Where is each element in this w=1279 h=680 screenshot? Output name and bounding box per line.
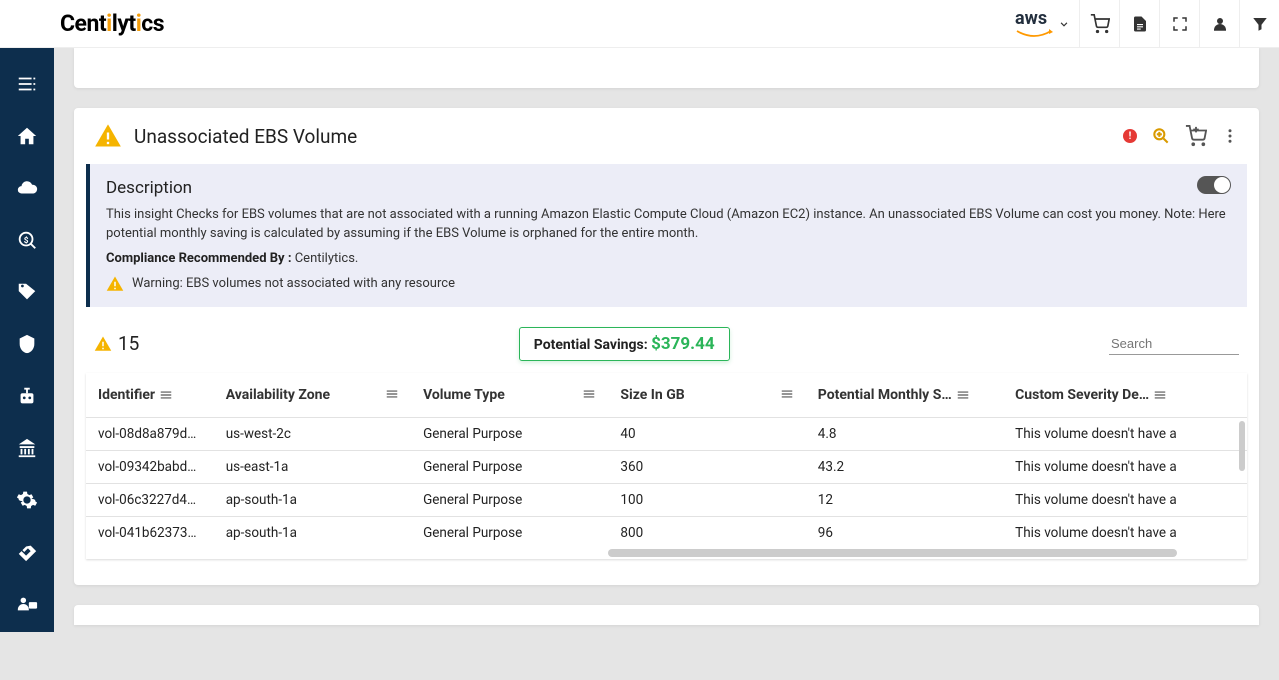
col-menu-icon[interactable] [385, 387, 399, 401]
main-content: Unassociated EBS Volume ! Description Th… [54, 48, 1279, 632]
col-pms[interactable]: Potential Monthly S… [818, 387, 952, 403]
warning-icon [94, 335, 112, 353]
cell: 100 [608, 483, 805, 516]
col-identifier[interactable]: Identifier [98, 387, 155, 403]
col-size[interactable]: Size In GB [620, 387, 684, 403]
cart-button[interactable] [1079, 0, 1119, 48]
cell: 4.8 [806, 417, 1003, 450]
col-menu-icon[interactable] [582, 387, 596, 401]
logo-text-1: Cent [60, 10, 106, 37]
col-voltype[interactable]: Volume Type [423, 387, 505, 403]
cell: ap-south-1a [214, 516, 411, 549]
logo[interactable]: Centilytics [0, 10, 164, 37]
logo-text-3: cs [141, 10, 164, 37]
cell: 43.2 [806, 450, 1003, 483]
warning-icon [94, 122, 122, 150]
svg-text:$: $ [24, 235, 29, 246]
cell: us-east-1a [214, 450, 411, 483]
header: Centilytics aws [0, 0, 1279, 48]
filter-button[interactable] [1239, 0, 1279, 48]
card-title: Unassociated EBS Volume [134, 125, 357, 148]
cell: us-west-2c [214, 417, 411, 450]
cell: This volume doesn't have a [1003, 417, 1247, 450]
col-menu-icon[interactable] [780, 387, 794, 401]
sidebar-automation[interactable] [0, 370, 54, 422]
document-button[interactable] [1119, 0, 1159, 48]
sidebar-settings[interactable] [0, 474, 54, 526]
warning-icon [106, 275, 124, 293]
header-actions: aws [1007, 0, 1279, 48]
card-header: Unassociated EBS Volume ! [74, 108, 1259, 164]
sidebar: $ [0, 48, 54, 632]
col-menu-icon[interactable] [956, 388, 970, 402]
sidebar-tags[interactable] [0, 266, 54, 318]
cloud-provider-selector[interactable]: aws [1007, 8, 1079, 39]
horizontal-scrollbar[interactable] [86, 549, 1247, 559]
description-text: This insight Checks for EBS volumes that… [106, 206, 1231, 244]
table-row[interactable]: vol-09342babd13us-east-1aGeneral Purpose… [86, 450, 1247, 483]
alert-badge[interactable]: ! [1123, 129, 1137, 143]
description-panel: Description This insight Checks for EBS … [86, 164, 1247, 307]
cell: 360 [608, 450, 805, 483]
table-row[interactable]: vol-08d8a879d11us-west-2cGeneral Purpose… [86, 417, 1247, 450]
savings-label: Potential Savings: [534, 337, 651, 353]
cell: General Purpose [411, 417, 608, 450]
sidebar-cost[interactable]: $ [0, 214, 54, 266]
compliance-value: Centilytics. [291, 251, 358, 266]
compliance-label: Compliance Recommended By : [106, 251, 291, 266]
aws-smile-icon [1015, 29, 1053, 39]
chevron-down-icon [1057, 17, 1071, 31]
cell: General Purpose [411, 516, 608, 549]
sidebar-support[interactable] [0, 578, 54, 630]
result-count: 15 [118, 332, 139, 355]
vertical-scrollbar[interactable] [1239, 421, 1245, 471]
more-menu-button[interactable] [1221, 127, 1239, 145]
table-row[interactable]: vol-041b62373b9ap-south-1aGeneral Purpos… [86, 516, 1247, 549]
add-to-cart-button[interactable] [1185, 125, 1207, 147]
zoom-button[interactable] [1151, 126, 1171, 146]
savings-value: $379.44 [651, 334, 714, 354]
insight-card: Unassociated EBS Volume ! Description Th… [74, 108, 1259, 585]
col-az[interactable]: Availability Zone [226, 387, 330, 403]
sidebar-cloud[interactable] [0, 162, 54, 214]
cell: General Purpose [411, 450, 608, 483]
col-menu-icon[interactable] [159, 388, 173, 402]
sidebar-governance[interactable] [0, 422, 54, 474]
stats-row: 15 Potential Savings: $379.44 [74, 307, 1259, 373]
results-table: Identifier Availability Zone Volume Type… [86, 373, 1247, 559]
cell: 800 [608, 516, 805, 549]
cell: vol-06c3227d4ba [86, 483, 214, 516]
potential-savings: Potential Savings: $379.44 [519, 327, 730, 361]
sidebar-menu[interactable] [0, 58, 54, 110]
cell: 12 [806, 483, 1003, 516]
cell: vol-041b62373b9 [86, 516, 214, 549]
description-heading: Description [106, 178, 1231, 198]
warning-text: Warning: EBS volumes not associated with… [132, 276, 455, 291]
cell: vol-09342babd13 [86, 450, 214, 483]
sidebar-partners[interactable] [0, 526, 54, 578]
logo-text-2: lyt [112, 10, 136, 37]
col-csd[interactable]: Custom Severity De… [1015, 387, 1149, 403]
sidebar-home[interactable] [0, 110, 54, 162]
search-input[interactable] [1109, 333, 1239, 355]
fullscreen-button[interactable] [1159, 0, 1199, 48]
provider-label: aws [1015, 8, 1053, 29]
description-toggle[interactable] [1197, 176, 1231, 194]
cell: This volume doesn't have a [1003, 483, 1247, 516]
cell: 40 [608, 417, 805, 450]
cell: 96 [806, 516, 1003, 549]
cell: General Purpose [411, 483, 608, 516]
previous-card-tail [74, 48, 1259, 88]
next-card-head [74, 605, 1259, 625]
table-row[interactable]: vol-06c3227d4baap-south-1aGeneral Purpos… [86, 483, 1247, 516]
cell: This volume doesn't have a [1003, 516, 1247, 549]
col-menu-icon[interactable] [1153, 388, 1167, 402]
cell: vol-08d8a879d11 [86, 417, 214, 450]
cell: ap-south-1a [214, 483, 411, 516]
cell: This volume doesn't have a [1003, 450, 1247, 483]
sidebar-security[interactable] [0, 318, 54, 370]
user-button[interactable] [1199, 0, 1239, 48]
